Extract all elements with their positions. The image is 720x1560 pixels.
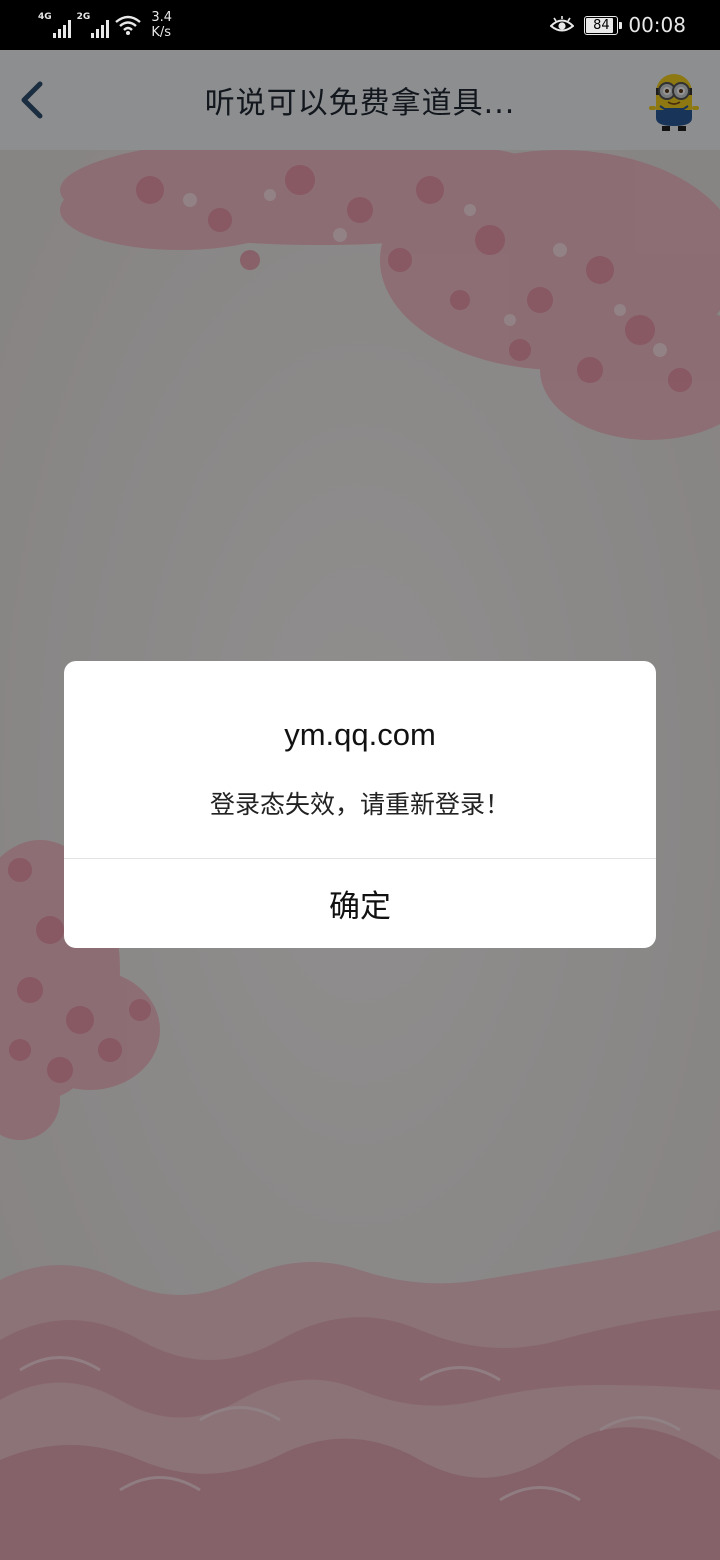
- network-type-2: 2G: [76, 11, 91, 22]
- network-type-1: 4G: [38, 11, 52, 22]
- status-bar-right: 84 00:08: [550, 10, 686, 40]
- speed-value: 3.4: [151, 10, 172, 25]
- eye-comfort-icon: [550, 16, 575, 32]
- wifi-icon: [115, 15, 142, 35]
- dialog-message: 登录态失效，请重新登录！: [209, 790, 510, 819]
- battery-icon: 84: [584, 15, 623, 35]
- status-bar: 4G 2G 3.4 K/s 84 00:08: [0, 0, 720, 50]
- confirm-button[interactable]: 确定: [64, 859, 656, 948]
- network-speed: 3.4 K/s: [151, 10, 172, 40]
- alert-dialog: ym.qq.com 登录态失效，请重新登录！ 确定: [64, 661, 656, 948]
- dialog-title: ym.qq.com: [284, 717, 436, 752]
- battery-level: 84: [593, 17, 610, 33]
- status-bar-left: 4G 2G 3.4 K/s: [38, 8, 172, 42]
- speed-unit: K/s: [151, 25, 171, 40]
- signal-4g-icon: 4G: [38, 11, 71, 38]
- clock: 00:08: [628, 13, 686, 37]
- signal-2g-icon: 2G: [76, 11, 110, 38]
